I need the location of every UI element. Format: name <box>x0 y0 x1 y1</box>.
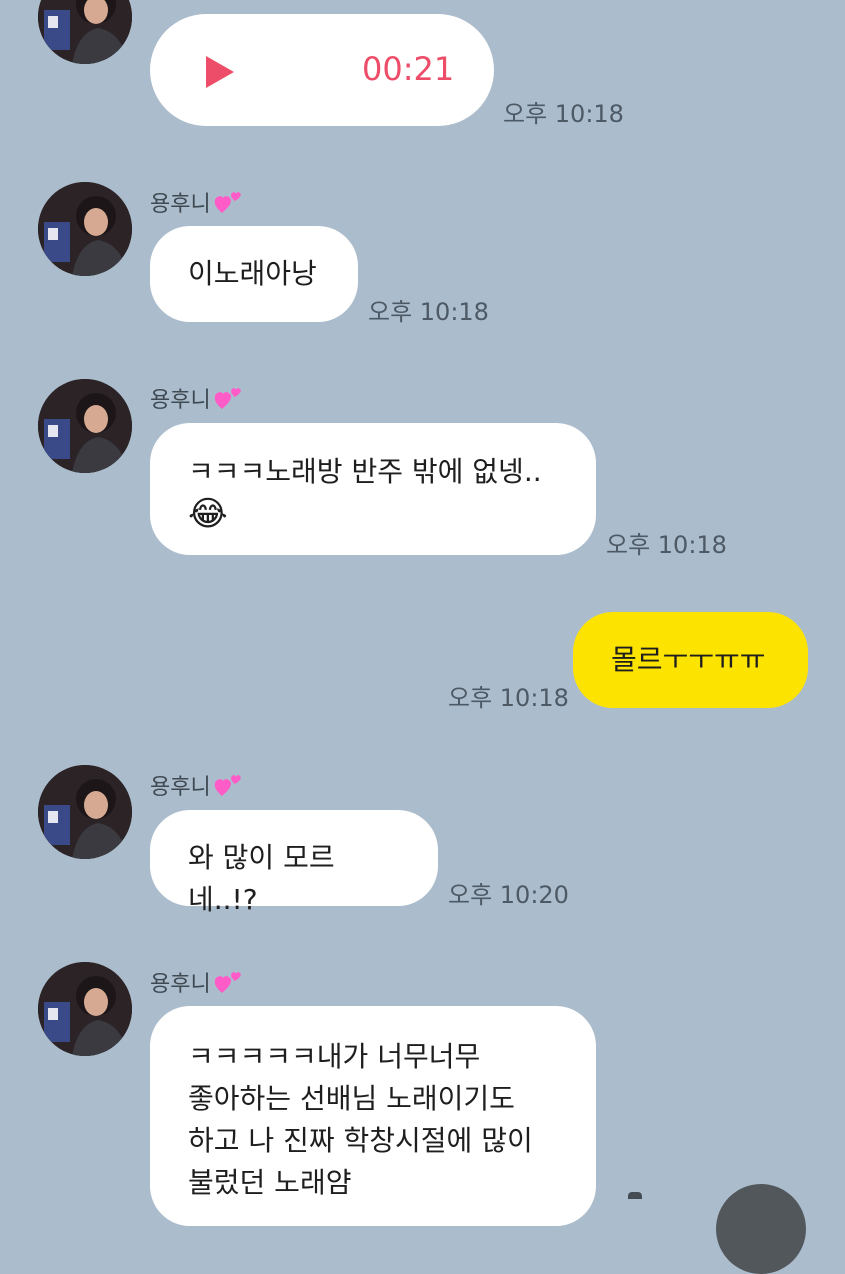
audio-duration: 00:21 <box>362 50 455 88</box>
message-text-line: 하고 나 진짜 학창시절에 많이 <box>188 1124 533 1157</box>
play-icon[interactable] <box>206 56 234 88</box>
sender-name: 용후니 <box>150 769 243 801</box>
my-message-bubble[interactable]: 몰르ㅜㅜㅠㅠ <box>573 612 808 708</box>
avatar[interactable] <box>38 0 132 64</box>
message-text-line: ㅋㅋㅋㅋㅋ내가 너무너무 <box>188 1040 481 1073</box>
message-bubble[interactable]: 와 많이 모르네..!? <box>150 810 438 916</box>
message-bubble[interactable]: 이노래아낭 <box>150 226 358 322</box>
message-time: 오후 10:18 <box>503 100 624 128</box>
sender-name: 용후니 <box>150 966 243 998</box>
message-text: 몰르ㅜㅜㅠㅠ <box>611 643 766 676</box>
two-hearts-icon <box>214 775 241 796</box>
scroll-to-bottom-button[interactable] <box>716 1184 806 1274</box>
message-text-line: 불렀던 노래얌 <box>188 1166 352 1199</box>
sender-name: 용후니 <box>150 382 243 414</box>
face-with-tears-of-joy-emoji: 😂 <box>188 494 228 534</box>
message-text: 이노래아낭 <box>188 257 317 290</box>
avatar[interactable] <box>38 182 132 276</box>
two-hearts-icon <box>214 192 241 213</box>
sender-name: 용후니 <box>150 186 243 218</box>
avatar[interactable] <box>38 765 132 859</box>
voice-message-bubble[interactable]: 00:21 <box>150 14 494 126</box>
message-bubble[interactable]: ㅋㅋㅋ노래방 반주 밖에 없넹.. 😂 <box>150 423 596 555</box>
message-time: 오후 10:20 <box>448 881 569 909</box>
message-time: 오후 10:18 <box>606 531 727 559</box>
two-hearts-icon <box>214 388 241 409</box>
message-bubble[interactable]: ㅋㅋㅋㅋㅋ내가 너무너무 좋아하는 선배님 노래이기도 하고 나 진짜 학창시절… <box>150 1006 596 1226</box>
read-indicator-icon <box>628 1192 642 1199</box>
message-time: 오후 10:18 <box>368 298 489 326</box>
two-hearts-icon <box>214 972 241 993</box>
avatar[interactable] <box>38 379 132 473</box>
message-text-line: 좋아하는 선배님 노래이기도 <box>188 1082 515 1115</box>
message-text: 와 많이 모르네..!? <box>188 841 335 916</box>
avatar[interactable] <box>38 962 132 1056</box>
message-time: 오후 10:18 <box>448 684 569 712</box>
message-text: ㅋㅋㅋ노래방 반주 밖에 없넹.. <box>188 455 542 488</box>
